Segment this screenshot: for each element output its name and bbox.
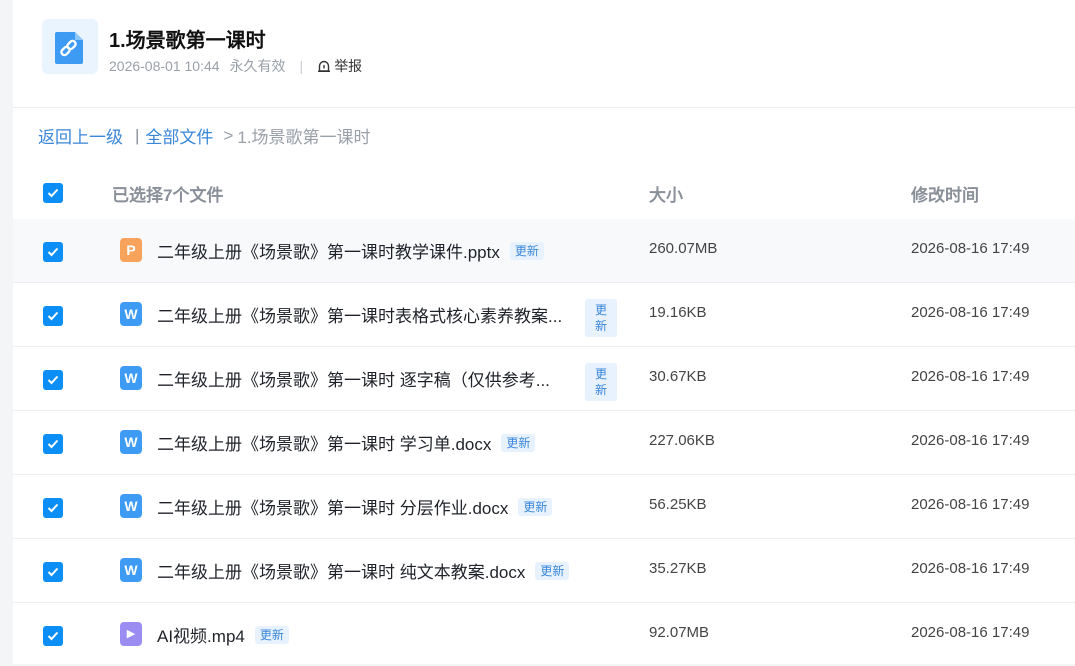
row-checkbox[interactable] — [43, 306, 63, 326]
file-name-text[interactable]: 二年级上册《场景歌》第一课时 逐字稿（仅供参考... — [157, 366, 550, 391]
file-date: 2026-08-16 17:49 — [911, 304, 1030, 321]
file-size: 19.16KB — [649, 304, 707, 321]
file-icon-letter: W — [124, 498, 138, 514]
row-checkbox[interactable] — [43, 562, 63, 582]
selected-count: 已选择7个文件 — [112, 186, 224, 205]
row-checkbox[interactable] — [43, 626, 63, 646]
modified-column-header[interactable]: 修改时间 — [911, 181, 979, 206]
file-date: 2026-08-16 17:49 — [911, 560, 1030, 577]
row-checkbox[interactable] — [43, 434, 63, 454]
file-row[interactable]: W 二年级上册《场景歌》第一课时 学习单.docx 更新 227.06KB 202… — [13, 411, 1075, 475]
file-name[interactable]: 二年级上册《场景歌》第一课时教学课件.pptx 更新 — [157, 238, 544, 263]
update-badge: 更新 — [518, 497, 553, 516]
check-icon — [47, 375, 59, 385]
file-row[interactable]: ▶ AI视频.mp4 更新 92.07MB 2026-08-16 17:49 — [13, 603, 1075, 666]
row-checkbox[interactable] — [43, 370, 63, 390]
file-size: 56.25KB — [649, 496, 707, 513]
check-icon — [47, 631, 59, 641]
file-date: 2026-08-16 17:49 — [911, 368, 1030, 385]
ppt-file-icon: P — [120, 238, 142, 262]
share-panel: 1.场景歌第一课时 2026-08-01 10:44 永久有效 | 举报 返回上… — [13, 0, 1075, 664]
file-row[interactable]: P 二年级上册《场景歌》第一课时教学课件.pptx 更新 260.07MB 202… — [13, 219, 1075, 283]
link-share-icon — [42, 19, 98, 74]
check-icon — [47, 567, 59, 577]
folder-title: 1.场景歌第一课时 — [109, 30, 266, 52]
file-name-text[interactable]: 二年级上册《场景歌》第一课时表格式核心素养教案... — [157, 302, 562, 327]
check-icon — [47, 247, 59, 257]
file-row[interactable]: W 二年级上册《场景歌》第一课时表格式核心素养教案... 更新 19.16KB … — [13, 283, 1075, 347]
file-name-text[interactable]: AI视频.mp4 — [157, 622, 245, 647]
file-date: 2026-08-16 17:49 — [911, 496, 1030, 513]
folder-meta: 2026-08-01 10:44 永久有效 | 举报 — [109, 56, 362, 76]
report-button[interactable]: 举报 — [317, 56, 362, 76]
report-label: 举报 — [334, 58, 363, 74]
breadcrumb: 返回上一级 | 全部文件 > 1.场景歌第一课时 — [38, 123, 371, 148]
current-folder: 1.场景歌第一课时 — [237, 128, 371, 147]
word-file-icon: W — [120, 558, 142, 582]
header-divider — [13, 107, 1075, 108]
file-name-text[interactable]: 二年级上册《场景歌》第一课时教学课件.pptx — [157, 238, 500, 263]
update-badge: 更新 — [535, 561, 570, 580]
check-icon — [47, 188, 59, 198]
file-size: 227.06KB — [649, 432, 715, 449]
word-file-icon: W — [120, 494, 142, 518]
check-icon — [47, 311, 59, 321]
chevron-right-icon: > — [223, 125, 234, 145]
all-files-link[interactable]: 全部文件 — [145, 123, 213, 148]
size-column-header[interactable]: 大小 — [649, 181, 683, 206]
update-badge: 更新 — [585, 363, 617, 401]
file-name-text[interactable]: 二年级上册《场景歌》第一课时 学习单.docx — [157, 430, 491, 455]
file-name-text[interactable]: 二年级上册《场景歌》第一课时 分层作业.docx — [157, 494, 508, 519]
file-date: 2026-08-16 17:49 — [911, 240, 1030, 257]
file-row[interactable]: W 二年级上册《场景歌》第一课时 分层作业.docx 更新 56.25KB 202… — [13, 475, 1075, 539]
file-row[interactable]: W 二年级上册《场景歌》第一课时 纯文本教案.docx 更新 35.27KB 20… — [13, 539, 1075, 603]
back-link[interactable]: 返回上一级 — [38, 123, 123, 148]
file-name[interactable]: 二年级上册《场景歌》第一课时 学习单.docx 更新 — [157, 430, 536, 455]
breadcrumb-divider: | — [135, 125, 140, 145]
check-icon — [47, 503, 59, 513]
file-size: 260.07MB — [649, 240, 718, 257]
update-badge: 更新 — [509, 241, 544, 260]
update-badge: 更新 — [254, 625, 289, 644]
file-name[interactable]: 二年级上册《场景歌》第一课时 纯文本教案.docx 更新 — [157, 558, 570, 583]
file-name-text[interactable]: 二年级上册《场景歌》第一课时 纯文本教案.docx — [157, 558, 525, 583]
alarm-icon — [318, 60, 331, 73]
file-name[interactable]: AI视频.mp4 更新 — [157, 622, 289, 647]
file-date: 2026-08-16 17:49 — [911, 432, 1030, 449]
row-checkbox[interactable] — [43, 242, 63, 262]
word-file-icon: W — [120, 302, 142, 326]
file-size: 30.67KB — [649, 368, 707, 385]
share-date: 2026-08-01 10:44 — [109, 58, 220, 74]
file-icon-letter: P — [126, 242, 136, 258]
file-row[interactable]: W 二年级上册《场景歌》第一课时 逐字稿（仅供参考... 更新 30.67KB … — [13, 347, 1075, 411]
file-icon-letter: W — [124, 370, 138, 386]
file-name[interactable]: 二年级上册《场景歌》第一课时 逐字稿（仅供参考... — [157, 366, 550, 391]
file-date: 2026-08-16 17:49 — [911, 624, 1030, 641]
file-size: 92.07MB — [649, 624, 710, 641]
validity-label: 永久有效 — [229, 58, 286, 74]
update-badge: 更新 — [501, 433, 536, 452]
meta-separator: | — [299, 58, 304, 74]
file-name[interactable]: 二年级上册《场景歌》第一课时表格式核心素养教案... — [157, 302, 562, 327]
file-icon-letter: W — [124, 434, 138, 450]
file-icon-letter: W — [124, 562, 138, 578]
file-icon-letter: ▶ — [126, 628, 136, 640]
update-badge: 更新 — [585, 299, 617, 337]
file-size: 35.27KB — [649, 560, 707, 577]
check-icon — [47, 439, 59, 449]
video-file-icon: ▶ — [120, 622, 142, 646]
file-icon-letter: W — [124, 306, 138, 322]
word-file-icon: W — [120, 430, 142, 454]
word-file-icon: W — [120, 366, 142, 390]
file-name[interactable]: 二年级上册《场景歌》第一课时 分层作业.docx 更新 — [157, 494, 553, 519]
row-checkbox[interactable] — [43, 498, 63, 518]
select-all-checkbox[interactable] — [43, 183, 63, 203]
